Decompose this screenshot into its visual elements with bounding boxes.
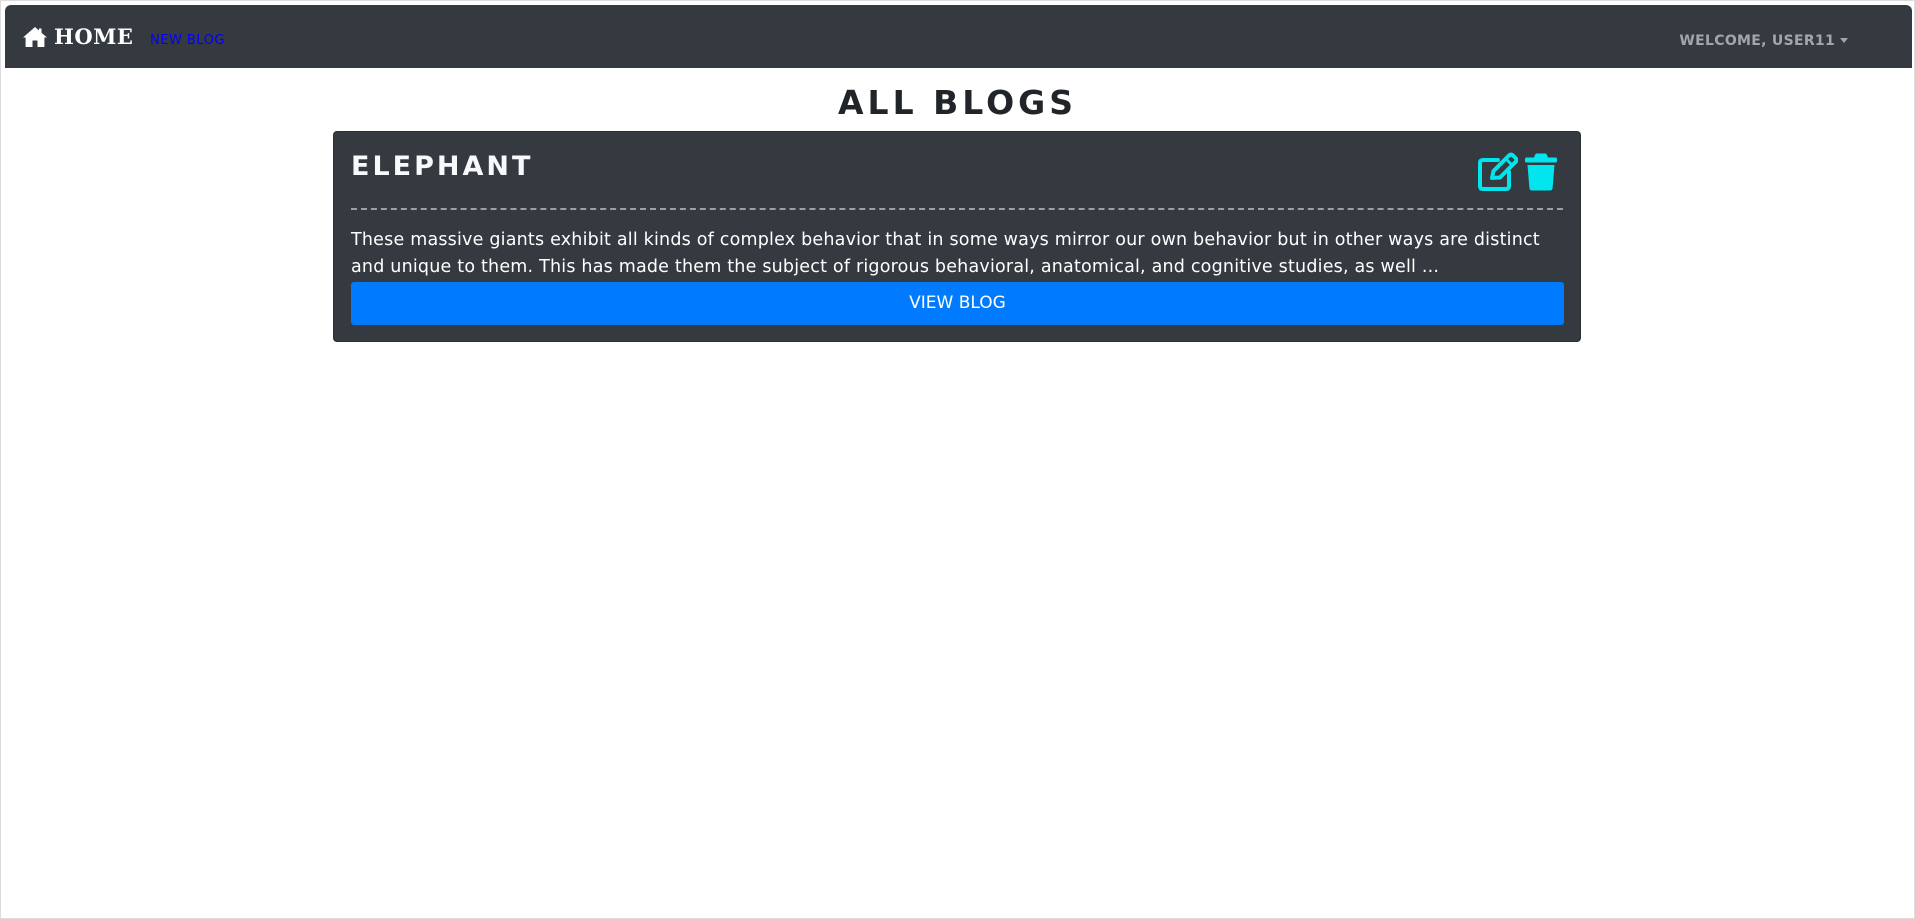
edit-icon[interactable]	[1476, 152, 1519, 192]
user-menu-dropdown[interactable]: WELCOME, USER11	[1679, 32, 1848, 50]
top-navbar: HOME NEW BLOG WELCOME, USER11	[5, 5, 1912, 68]
home-link[interactable]: HOME	[21, 25, 133, 49]
page: HOME NEW BLOG WELCOME, USER11 ALL BLOGS …	[0, 0, 1915, 919]
home-icon	[21, 25, 49, 49]
new-blog-link[interactable]: NEW BLOG	[150, 34, 225, 48]
trash-icon[interactable]	[1524, 152, 1558, 192]
blog-excerpt: These massive giants exhibit all kinds o…	[351, 230, 1540, 277]
caret-down-icon	[1840, 37, 1848, 43]
page-title: ALL BLOGS	[838, 83, 1077, 122]
brand-label: HOME	[54, 24, 134, 49]
blog-card: ELEPHANT These massive giants exhibit al…	[333, 131, 1581, 342]
view-blog-button[interactable]: VIEW BLOG	[351, 282, 1564, 325]
blog-title: ELEPHANT	[351, 151, 534, 182]
user-welcome-label: WELCOME, USER11	[1679, 33, 1835, 49]
card-divider	[351, 208, 1563, 210]
